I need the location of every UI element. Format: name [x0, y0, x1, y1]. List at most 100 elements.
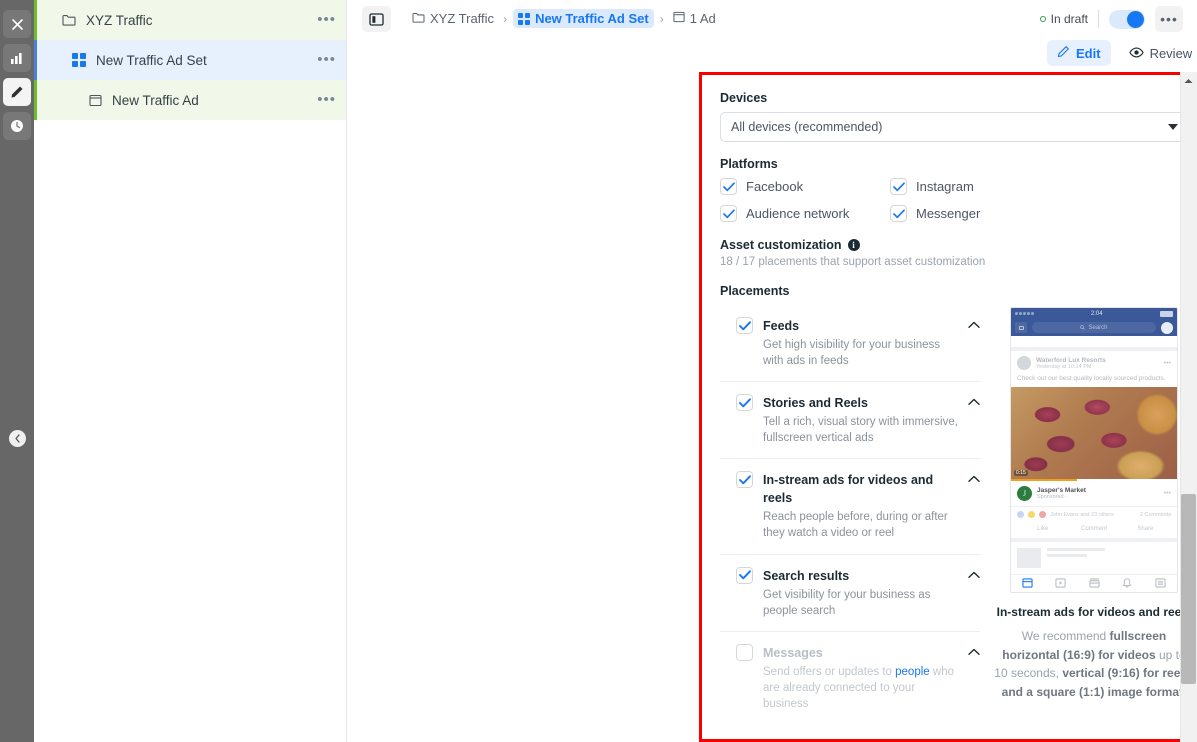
tab-edit[interactable]: Edit [1047, 40, 1111, 66]
tree-item-ad[interactable]: New Traffic Ad ••• [34, 80, 346, 120]
chevron-up-icon[interactable] [968, 645, 980, 659]
info-icon[interactable]: i [848, 239, 860, 251]
tree-item-menu-button[interactable]: ••• [317, 16, 336, 24]
home-tab-icon [1011, 578, 1044, 588]
devices-select[interactable]: All devices (recommended) [720, 112, 1189, 142]
placement-title: In-stream ads for videos and reels [763, 473, 933, 505]
checkmark-icon[interactable] [736, 567, 753, 584]
phone-post-text: Check out our best quality locally sourc… [1011, 375, 1177, 387]
platforms-checkbox-group: Facebook Instagram Audience network Mess… [720, 178, 1189, 222]
love-reaction-icon [1039, 511, 1046, 518]
edit-icon[interactable] [3, 78, 31, 106]
checkmark-icon[interactable] [736, 644, 753, 661]
checkmark-icon [720, 178, 737, 195]
messenger-icon [1161, 322, 1173, 334]
checkmark-icon [890, 178, 907, 195]
haha-reaction-icon [1028, 511, 1035, 518]
asset-customization-subtext: 18 / 17 placements that support asset cu… [720, 256, 1189, 268]
reactions-text: John Evans and 23 others [1050, 512, 1114, 518]
checkbox-instagram[interactable]: Instagram [890, 178, 1060, 195]
skeleton-lines [1047, 548, 1105, 560]
placement-desc: Send offers or updates to people who are… [763, 664, 958, 712]
phone-mockup: 2:04 Search [1010, 307, 1178, 593]
share-button: Share [1120, 526, 1171, 532]
breadcrumb-label: New Traffic Ad Set [535, 11, 649, 26]
eye-icon [1129, 46, 1144, 61]
skeleton-thumb [1017, 548, 1041, 568]
checkbox-audience-network[interactable]: Audience network [720, 205, 890, 222]
scroll-up-button[interactable] [1182, 76, 1195, 86]
video-tab-icon [1044, 578, 1077, 588]
grid-icon [70, 53, 88, 67]
tree-item-campaign[interactable]: XYZ Traffic ••• [34, 0, 346, 40]
sponsor-meta: Sponsored · [1037, 494, 1086, 500]
placements-label: Placements [720, 284, 1189, 298]
placement-desc: Get visibility for your business as peop… [763, 587, 958, 619]
icon-rail [0, 0, 34, 742]
phone-search-bar: Search [1032, 322, 1156, 333]
camera-icon [1015, 322, 1027, 333]
placement-title: Messages [763, 646, 823, 660]
top-bar: XYZ Traffic › New Traffic Ad Set › 1 Ad [347, 0, 1197, 72]
chevron-down-icon [1168, 124, 1178, 130]
tab-review[interactable]: Review [1119, 41, 1197, 66]
signal-icon [1015, 312, 1034, 315]
phone-time: 2:04 [1091, 311, 1103, 317]
ad-icon [673, 11, 685, 26]
tree-item-menu-button[interactable]: ••• [317, 96, 336, 104]
clock-icon[interactable] [3, 112, 31, 140]
phone-actions-row: Like Comment Share [1011, 522, 1177, 542]
tree-item-menu-button[interactable]: ••• [317, 56, 336, 64]
placement-in-stream-ads[interactable]: In-stream ads for videos and reels Reach… [720, 459, 980, 554]
pencil-icon [1057, 45, 1070, 61]
placement-feeds[interactable]: Feeds Get high visibility for your busin… [720, 305, 980, 382]
sponsor-name: Jasper's Market [1037, 487, 1086, 494]
tab-label: Review [1150, 46, 1193, 61]
placement-search-results[interactable]: Search results Get visibility for your b… [720, 555, 980, 632]
chevron-up-icon[interactable] [968, 318, 980, 332]
app-root: XYZ Traffic ••• New Traffic Ad Set ••• N… [0, 0, 1197, 742]
chevron-up-icon[interactable] [968, 472, 980, 486]
tree-item-adset[interactable]: New Traffic Ad Set ••• [34, 40, 346, 80]
breadcrumb-label: XYZ Traffic [430, 11, 494, 26]
placement-stories-and-reels[interactable]: Stories and Reels Tell a rich, visual st… [720, 382, 980, 459]
phone-nav-bar: Search [1011, 319, 1177, 336]
checkmark-icon [890, 205, 907, 222]
platforms-label: Platforms [720, 157, 1189, 171]
placement-messages[interactable]: Messages Send offers or updates to peopl… [720, 632, 980, 724]
breadcrumb: XYZ Traffic › New Traffic Ad Set › 1 Ad [409, 9, 719, 28]
sponsor-logo: J [1017, 486, 1032, 501]
phone-sponsor-menu: ••• [1164, 492, 1171, 495]
notifications-tab-icon [1111, 578, 1144, 588]
collapse-panel-button[interactable] [9, 430, 26, 447]
placements-form-card: Devices All devices (recommended) Platfo… [699, 72, 1197, 742]
checkmark-icon[interactable] [736, 394, 753, 411]
checkmark-icon [720, 205, 737, 222]
chart-icon[interactable] [3, 44, 31, 72]
menu-tab-icon [1144, 578, 1177, 588]
breadcrumb-item-ad[interactable]: 1 Ad [670, 9, 719, 28]
checkmark-icon[interactable] [736, 471, 753, 488]
status-controls: In draft ••• [1040, 6, 1183, 32]
chevron-up-icon[interactable] [968, 568, 980, 582]
preview-title: In-stream ads for videos and reels [994, 605, 1194, 619]
checkmark-icon[interactable] [736, 317, 753, 334]
people-link[interactable]: people [895, 666, 930, 678]
active-toggle[interactable] [1109, 10, 1145, 29]
panel-toggle-icon[interactable] [362, 6, 391, 32]
folder-icon [412, 11, 425, 26]
close-icon[interactable] [3, 10, 31, 38]
preview-description: We recommend fullscreen horizontal (16:9… [994, 627, 1194, 701]
checkbox-facebook[interactable]: Facebook [720, 178, 890, 195]
tree-item-label: XYZ Traffic [86, 13, 317, 28]
breadcrumb-separator: › [503, 12, 507, 26]
breadcrumb-item-adset[interactable]: New Traffic Ad Set [513, 9, 654, 28]
chevron-up-icon[interactable] [968, 395, 980, 409]
more-options-button[interactable]: ••• [1155, 6, 1183, 32]
phone-sponsor-row: J Jasper's Market Sponsored · ••• [1011, 481, 1177, 507]
checkbox-messenger[interactable]: Messenger [890, 205, 1060, 222]
breadcrumb-item-campaign[interactable]: XYZ Traffic [409, 9, 497, 28]
phone-post: Waterford Lux Resorts Yesterday at 10:14… [1011, 351, 1177, 592]
status-dot-icon [1040, 16, 1046, 22]
page-scrollbar-thumb[interactable] [1181, 494, 1196, 684]
